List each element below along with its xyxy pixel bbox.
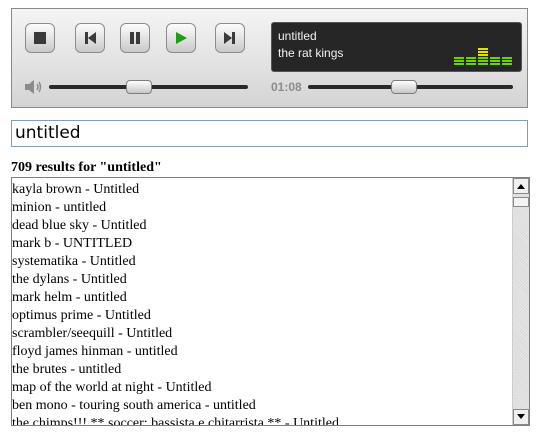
results-list[interactable]: kayla brown - Untitled minion - untitled d… — [11, 177, 530, 426]
elapsed-time: 01:08 — [271, 80, 302, 94]
result-item[interactable]: the chimps!!! ** soccer: bassista e chit… — [12, 415, 529, 425]
result-item[interactable]: floyd james hinman - untitled — [12, 343, 529, 361]
arrow-up-icon — [517, 184, 525, 189]
arrow-down-icon — [517, 414, 525, 419]
next-icon — [224, 32, 235, 44]
scroll-down-button[interactable] — [513, 409, 529, 425]
results-count: 709 results for "untitled" — [11, 160, 162, 175]
scrollbar-thumb[interactable] — [513, 197, 529, 207]
result-item[interactable]: minion - untitled — [12, 199, 529, 217]
previous-button[interactable] — [75, 23, 105, 53]
stop-icon — [34, 32, 46, 44]
next-button[interactable] — [215, 23, 245, 53]
stop-button[interactable] — [25, 23, 55, 53]
result-item[interactable]: kayla brown - Untitled — [12, 181, 529, 199]
equalizer-visualizer — [454, 48, 512, 65]
play-button[interactable] — [166, 23, 196, 53]
result-item[interactable]: ben mono - touring south america - untit… — [12, 397, 529, 415]
result-item[interactable]: mark helm - untitled — [12, 289, 529, 307]
result-item[interactable]: systematika - Untitled — [12, 253, 529, 271]
result-item[interactable]: dead blue sky - Untitled — [12, 217, 529, 235]
equalizer-bar — [490, 57, 500, 65]
equalizer-bar — [502, 57, 512, 65]
equalizer-bar — [466, 57, 476, 65]
previous-icon — [85, 32, 96, 44]
results-items: kayla brown - Untitled minion - untitled d… — [12, 178, 529, 425]
equalizer-bar — [478, 48, 488, 65]
pause-icon — [130, 32, 140, 44]
now-playing-display: untitled the rat kings — [271, 22, 522, 72]
track-title: untitled — [278, 29, 317, 43]
result-item[interactable]: the dylans - Untitled — [12, 271, 529, 289]
scroll-up-button[interactable] — [513, 178, 529, 194]
seek-slider-thumb[interactable] — [391, 80, 418, 94]
track-artist: the rat kings — [278, 46, 344, 60]
results-scrollbar[interactable] — [512, 178, 529, 425]
search-input[interactable]: untitled — [11, 120, 528, 147]
result-item[interactable]: optimus prime - Untitled — [12, 307, 529, 325]
volume-slider-thumb[interactable] — [125, 80, 152, 94]
player-panel: untitled the rat kings 01:08 — [11, 8, 528, 108]
volume-icon[interactable] — [24, 79, 44, 95]
pause-button[interactable] — [120, 23, 150, 53]
equalizer-bar — [454, 57, 464, 65]
result-item[interactable]: the brutes - untitled — [12, 361, 529, 379]
result-item[interactable]: map of the world at night - Untitled — [12, 379, 529, 397]
play-icon — [176, 32, 187, 44]
result-item[interactable]: mark b - UNTITLED — [12, 235, 529, 253]
result-item[interactable]: scrambler/seequill - Untitled — [12, 325, 529, 343]
